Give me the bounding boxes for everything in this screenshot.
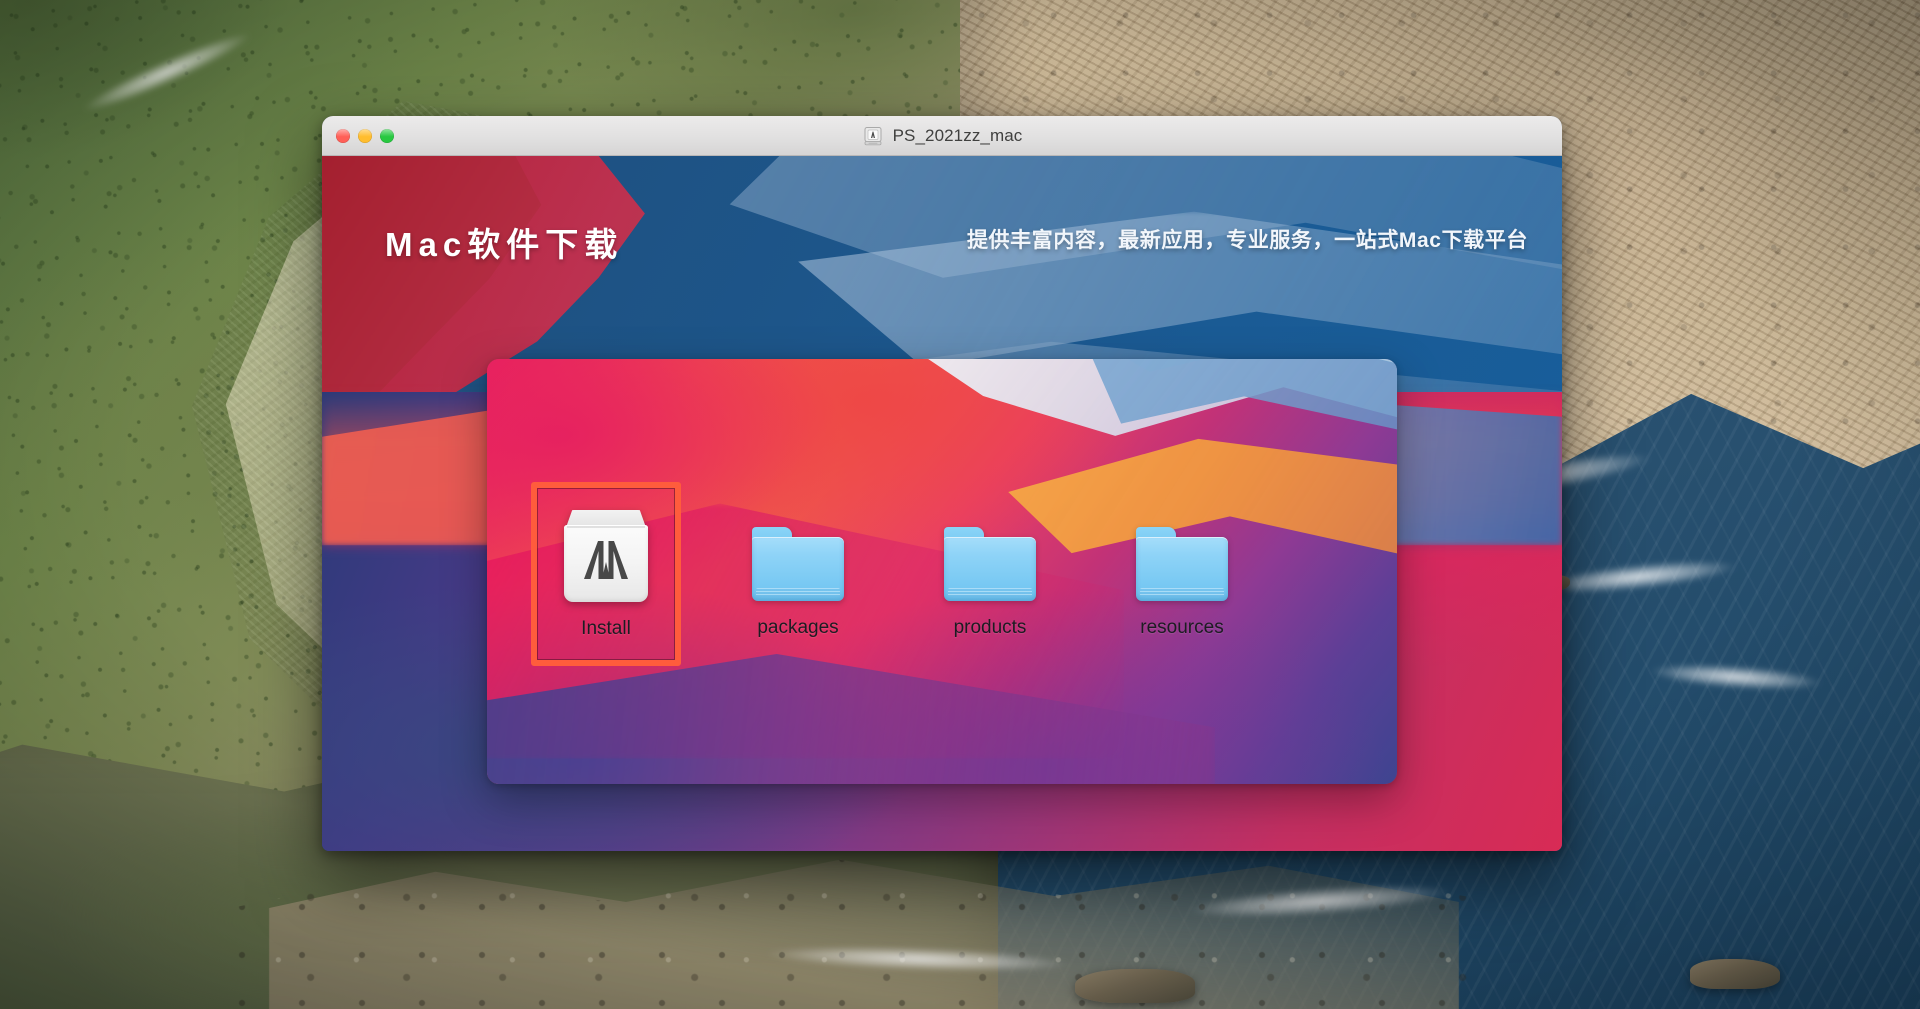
close-button[interactable] [336, 128, 350, 143]
icon-label: resources [1140, 616, 1224, 638]
window-body: Mac软件下载 提供丰富内容，最新应用，专业服务，一站式Mac下载平台 Inst… [322, 156, 1562, 851]
maximize-button[interactable] [380, 128, 394, 143]
icon-label: Install [581, 617, 631, 639]
disk-image-contents-panel[interactable]: Install packages products resources [487, 359, 1397, 784]
dmg-finder-window[interactable]: PS_2021zz_mac Mac软件下载 提供丰富内容，最新应用，专业服务，一… [322, 116, 1562, 851]
folder-icon [1136, 509, 1228, 601]
window-controls[interactable] [336, 128, 394, 143]
adobe-installer-icon [564, 509, 648, 602]
icon-item-install[interactable]: Install [531, 481, 681, 666]
window-title: PS_2021zz_mac [892, 126, 1023, 145]
icon-item-packages[interactable]: packages [723, 495, 873, 649]
icon-item-products[interactable]: products [915, 495, 1065, 649]
sea-rock [1075, 968, 1196, 1003]
sea-rock [1689, 958, 1780, 989]
icon-label: products [953, 616, 1027, 638]
disk-image-icon [862, 125, 884, 147]
folder-icon [752, 509, 844, 601]
window-titlebar[interactable]: PS_2021zz_mac [322, 116, 1562, 156]
brand-title: Mac软件下载 [385, 226, 624, 263]
minimize-button[interactable] [358, 128, 372, 143]
brand-tagline: 提供丰富内容，最新应用，专业服务，一站式Mac下载平台 [966, 229, 1528, 252]
icon-item-resources[interactable]: resources [1107, 495, 1257, 649]
window-title-group: PS_2021zz_mac [322, 116, 1562, 156]
icon-grid: Install packages products resources [487, 359, 1397, 784]
folder-icon [944, 509, 1036, 601]
icon-label: packages [757, 616, 839, 638]
